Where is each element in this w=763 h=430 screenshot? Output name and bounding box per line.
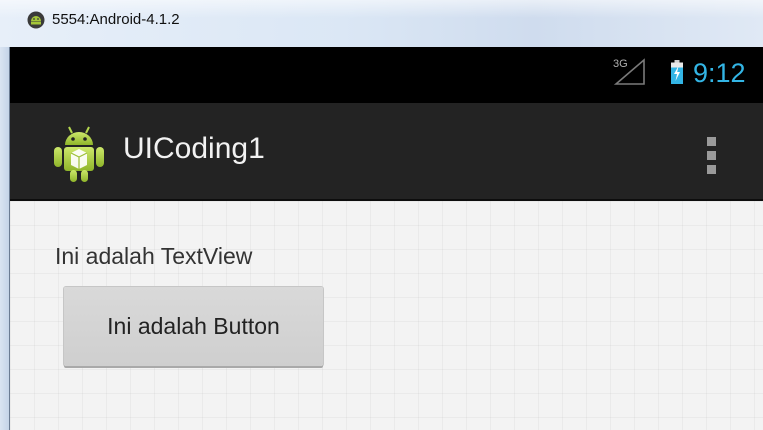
status-bar: 3G 9:12 — [10, 47, 763, 103]
android-screen: 3G 9:12 UICoding1 Ini adalah TextView In… — [10, 47, 763, 430]
status-clock: 9:12 — [693, 58, 746, 88]
network-type-label: 3G — [613, 58, 628, 70]
action-bar: UICoding1 — [10, 103, 763, 201]
text-view: Ini adalah TextView — [55, 243, 253, 269]
signal-3g-icon: 3G — [613, 58, 645, 85]
android-app-icon[interactable] — [54, 123, 104, 183]
activity-content: Ini adalah TextView Ini adalah Button — [10, 201, 763, 430]
window-left-frame — [0, 47, 10, 430]
battery-charging-icon — [671, 60, 683, 84]
overflow-menu-icon[interactable] — [698, 133, 724, 177]
main-button[interactable]: Ini adalah Button — [64, 287, 323, 366]
emulator-window-title-bar[interactable]: 5554:Android-4.1.2 — [0, 0, 763, 47]
app-title: UICoding1 — [123, 132, 265, 165]
window-title: 5554:Android-4.1.2 — [52, 11, 180, 28]
android-emulator-icon — [27, 11, 45, 29]
